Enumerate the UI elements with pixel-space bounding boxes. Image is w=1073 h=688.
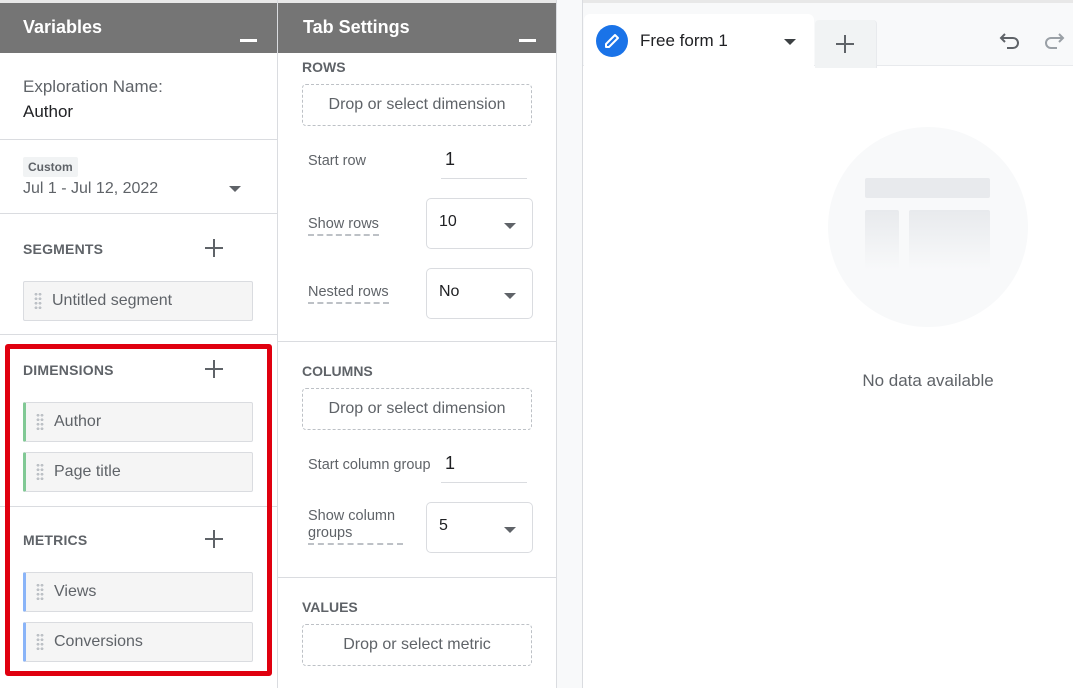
minimize-variables-button[interactable] bbox=[240, 39, 257, 42]
values-drop-zone[interactable]: Drop or select metric bbox=[302, 624, 532, 666]
panel-gutter bbox=[557, 0, 583, 688]
metrics-title: METRICS bbox=[23, 532, 88, 548]
undo-icon[interactable] bbox=[999, 29, 1021, 51]
add-dimension-button[interactable] bbox=[204, 359, 224, 379]
rows-title: ROWS bbox=[302, 59, 346, 75]
tab-strip: Free form 1 bbox=[583, 0, 1073, 70]
start-column-group-input[interactable]: 1 bbox=[441, 453, 527, 483]
chevron-down-icon bbox=[504, 527, 516, 533]
rows-section: ROWS Drop or select dimension Start row … bbox=[278, 53, 556, 342]
start-column-group-label: Start column group bbox=[308, 457, 431, 473]
drag-handle-icon[interactable] bbox=[36, 583, 44, 601]
metric-item[interactable]: Conversions bbox=[23, 622, 253, 662]
drag-handle-icon[interactable] bbox=[34, 292, 42, 310]
tab-settings-title: Tab Settings bbox=[303, 17, 410, 37]
segment-item-label: Untitled segment bbox=[52, 292, 173, 309]
dimensions-section: DIMENSIONS Author Page title bbox=[0, 335, 277, 507]
tab-settings-panel: Tab Settings ROWS Drop or select dimensi… bbox=[278, 0, 557, 688]
chevron-down-icon bbox=[504, 293, 516, 299]
tab-menu-chevron-icon[interactable] bbox=[784, 39, 796, 45]
empty-table-illustration bbox=[828, 127, 1028, 327]
no-data-message: No data available bbox=[862, 371, 994, 390]
nested-rows-select[interactable]: No bbox=[426, 268, 533, 319]
show-column-groups-label: Show column groups bbox=[308, 508, 403, 545]
tab-free-form-1[interactable]: Free form 1 bbox=[584, 14, 814, 70]
columns-section: COLUMNS Drop or select dimension Start c… bbox=[278, 342, 556, 578]
chevron-down-icon bbox=[504, 223, 516, 229]
nested-rows-label: Nested rows bbox=[308, 284, 389, 304]
start-row-input[interactable]: 1 bbox=[441, 149, 527, 179]
canvas: Free form 1 No data available bbox=[583, 0, 1073, 688]
pencil-icon bbox=[596, 25, 628, 57]
metric-item[interactable]: Views bbox=[23, 572, 253, 612]
add-segment-button[interactable] bbox=[204, 238, 224, 258]
chevron-down-icon[interactable] bbox=[229, 186, 241, 192]
variables-title: Variables bbox=[23, 17, 103, 37]
metric-item-label: Conversions bbox=[54, 633, 143, 650]
values-title: VALUES bbox=[302, 599, 358, 615]
columns-drop-zone[interactable]: Drop or select dimension bbox=[302, 388, 532, 430]
segments-section: SEGMENTS Untitled segment bbox=[0, 214, 277, 335]
redo-icon[interactable] bbox=[1043, 29, 1065, 51]
tab-settings-header: Tab Settings bbox=[278, 0, 556, 53]
add-metric-button[interactable] bbox=[204, 529, 224, 549]
plus-icon bbox=[835, 34, 855, 54]
columns-title: COLUMNS bbox=[302, 363, 373, 379]
start-row-label: Start row bbox=[308, 153, 367, 169]
show-rows-select[interactable]: 10 bbox=[426, 198, 533, 249]
show-rows-value: 10 bbox=[439, 213, 457, 230]
date-range-chip: Custom bbox=[23, 157, 78, 177]
variables-header: Variables bbox=[0, 0, 277, 53]
exploration-name-section: Exploration Name: Author bbox=[0, 53, 277, 140]
drag-handle-icon[interactable] bbox=[36, 413, 44, 431]
show-column-groups-value: 5 bbox=[439, 517, 448, 534]
metric-item-label: Views bbox=[54, 583, 97, 600]
dimension-item[interactable]: Page title bbox=[23, 452, 253, 492]
date-range-value: Jul 1 - Jul 12, 2022 bbox=[23, 180, 159, 197]
exploration-name-input[interactable]: Author bbox=[23, 99, 254, 125]
exploration-name-label: Exploration Name: bbox=[23, 77, 163, 96]
dimensions-title: DIMENSIONS bbox=[23, 362, 114, 378]
tab-label: Free form 1 bbox=[640, 31, 728, 50]
show-rows-label: Show rows bbox=[308, 216, 379, 236]
drag-handle-icon[interactable] bbox=[36, 633, 44, 651]
values-section: VALUES Drop or select metric bbox=[278, 578, 556, 666]
dimension-item-label: Author bbox=[54, 413, 102, 430]
segments-title: SEGMENTS bbox=[23, 241, 104, 257]
segment-item[interactable]: Untitled segment bbox=[23, 281, 253, 321]
dimension-item[interactable]: Author bbox=[23, 402, 253, 442]
variables-panel: Variables Exploration Name: Author Custo… bbox=[0, 0, 278, 688]
metrics-section: METRICS Views Conversions bbox=[0, 507, 277, 677]
dimension-item-label: Page title bbox=[54, 463, 121, 480]
rows-drop-zone[interactable]: Drop or select dimension bbox=[302, 84, 532, 126]
minimize-tab-settings-button[interactable] bbox=[519, 39, 536, 42]
add-tab-button[interactable] bbox=[815, 20, 877, 68]
nested-rows-value: No bbox=[439, 283, 460, 300]
show-column-groups-select[interactable]: 5 bbox=[426, 502, 533, 553]
date-range-picker[interactable]: Custom Jul 1 - Jul 12, 2022 bbox=[0, 140, 277, 214]
drag-handle-icon[interactable] bbox=[36, 463, 44, 481]
